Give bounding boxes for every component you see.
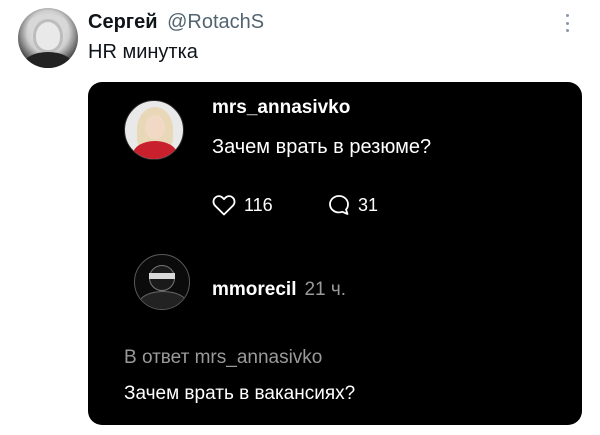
reply-to-label: В ответ mrs_annasivko (124, 347, 323, 368)
more-dot (565, 14, 569, 17)
author-avatar[interactable] (18, 8, 78, 68)
reply-username: mmorecil (212, 279, 297, 300)
avatar-face (145, 115, 165, 139)
author-handle[interactable]: @RotachS (167, 11, 264, 33)
reply-time: 21 ч. (304, 279, 347, 300)
embedded-image-card[interactable]: mrs_annasivko Зачем врать в резюме? 116 … (88, 82, 582, 425)
comments-count: 31 (358, 194, 379, 215)
author-name[interactable]: Сергей (88, 11, 158, 33)
post-question: Зачем врать в резюме? (212, 136, 432, 158)
tweet-text: HR минутка (88, 41, 198, 63)
likes-stat: 116 (212, 194, 273, 216)
heart-icon (212, 195, 236, 216)
post-username: mrs_annasivko (212, 97, 351, 118)
avatar-face (36, 22, 60, 50)
avatar-shoulders (139, 291, 187, 309)
likes-count: 116 (244, 194, 273, 215)
more-dot (565, 21, 569, 25)
tweet-header: Сергей @RotachS (88, 10, 264, 34)
reply-author-avatar (134, 254, 190, 310)
avatar-eye-band (149, 273, 175, 279)
comment-bubble-icon (329, 195, 349, 215)
reply-text: Зачем врать в вакансиях? (124, 383, 356, 404)
more-vertical-icon[interactable] (560, 10, 574, 36)
more-dot (565, 29, 569, 32)
reply-header: mmorecil 21 ч. (212, 278, 346, 302)
comments-stat: 31 (328, 194, 378, 216)
avatar-dress (133, 141, 177, 159)
avatar-body (24, 52, 72, 68)
post-author-avatar (124, 100, 184, 160)
